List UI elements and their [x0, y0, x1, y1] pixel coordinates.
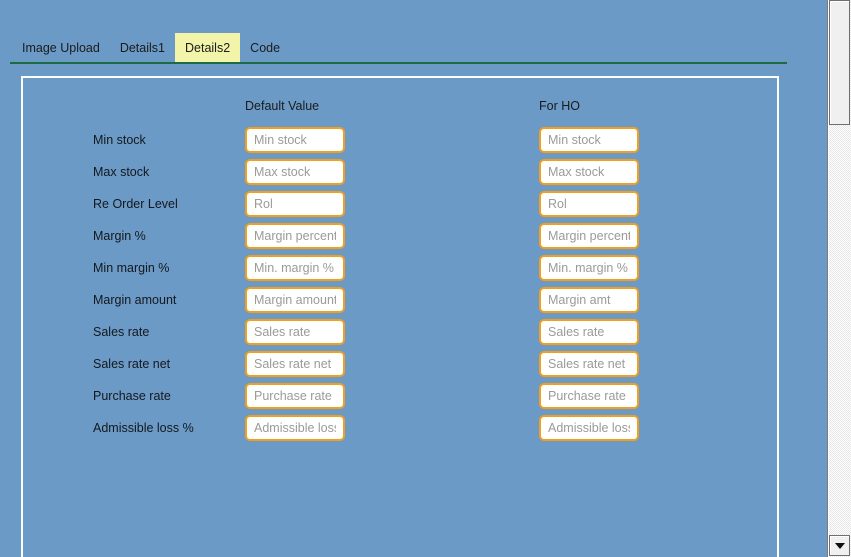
- input-default-value[interactable]: [245, 191, 345, 217]
- application-window: Image UploadDetails1Details2Code Default…: [0, 0, 851, 557]
- form-row: Purchase rate: [23, 381, 777, 413]
- scrollbar-thumb[interactable]: [829, 0, 850, 125]
- input-default-value[interactable]: [245, 127, 345, 153]
- input-default-value[interactable]: [245, 287, 345, 313]
- scrollbar-down-arrow-button[interactable]: [829, 535, 850, 556]
- input-default-value[interactable]: [245, 383, 345, 409]
- column-header-default-value: Default Value: [245, 99, 319, 113]
- field-label: Sales rate net: [93, 357, 170, 371]
- input-default-value[interactable]: [245, 255, 345, 281]
- field-label: Re Order Level: [93, 197, 178, 211]
- form-row: Max stock: [23, 157, 777, 189]
- input-for-ho[interactable]: [539, 319, 639, 345]
- input-for-ho[interactable]: [539, 287, 639, 313]
- tab-underline-divider: [10, 62, 787, 64]
- form-row: Sales rate net: [23, 349, 777, 381]
- form-row: Min stock: [23, 125, 777, 157]
- field-label: Admissible loss %: [93, 421, 194, 435]
- input-for-ho[interactable]: [539, 255, 639, 281]
- field-label: Min stock: [93, 133, 146, 147]
- field-label: Margin %: [93, 229, 146, 243]
- input-for-ho[interactable]: [539, 351, 639, 377]
- tab-image-upload[interactable]: Image Upload: [12, 33, 110, 63]
- form-row: Margin %: [23, 221, 777, 253]
- input-for-ho[interactable]: [539, 383, 639, 409]
- input-default-value[interactable]: [245, 159, 345, 185]
- input-default-value[interactable]: [245, 415, 345, 441]
- input-for-ho[interactable]: [539, 159, 639, 185]
- field-label: Purchase rate: [93, 389, 171, 403]
- input-for-ho[interactable]: [539, 191, 639, 217]
- chevron-down-icon: [835, 543, 845, 549]
- input-default-value[interactable]: [245, 319, 345, 345]
- form-row: Min margin %: [23, 253, 777, 285]
- form-row: Margin amount: [23, 285, 777, 317]
- scrollbar-left-gutter: [812, 0, 828, 557]
- tab-bar: Image UploadDetails1Details2Code: [0, 0, 812, 64]
- tab-details1[interactable]: Details1: [110, 33, 175, 63]
- tab-details2[interactable]: Details2: [175, 33, 240, 63]
- column-header-for-ho: For HO: [539, 99, 580, 113]
- form-row: Admissible loss %: [23, 413, 777, 445]
- input-for-ho[interactable]: [539, 127, 639, 153]
- details2-form-panel: Default Value For HO Min stock Max stock R…: [21, 76, 779, 557]
- input-default-value[interactable]: [245, 351, 345, 377]
- field-label: Max stock: [93, 165, 149, 179]
- input-default-value[interactable]: [245, 223, 345, 249]
- input-for-ho[interactable]: [539, 223, 639, 249]
- page-viewport: Image UploadDetails1Details2Code Default…: [0, 0, 812, 557]
- field-label: Min margin %: [93, 261, 169, 275]
- tab-strip: Image UploadDetails1Details2Code: [12, 33, 290, 63]
- input-for-ho[interactable]: [539, 415, 639, 441]
- tab-code[interactable]: Code: [240, 33, 290, 63]
- field-label: Margin amount: [93, 293, 176, 307]
- form-row: Re Order Level: [23, 189, 777, 221]
- form-row: Sales rate: [23, 317, 777, 349]
- vertical-scrollbar[interactable]: [812, 0, 851, 557]
- field-label: Sales rate: [93, 325, 149, 339]
